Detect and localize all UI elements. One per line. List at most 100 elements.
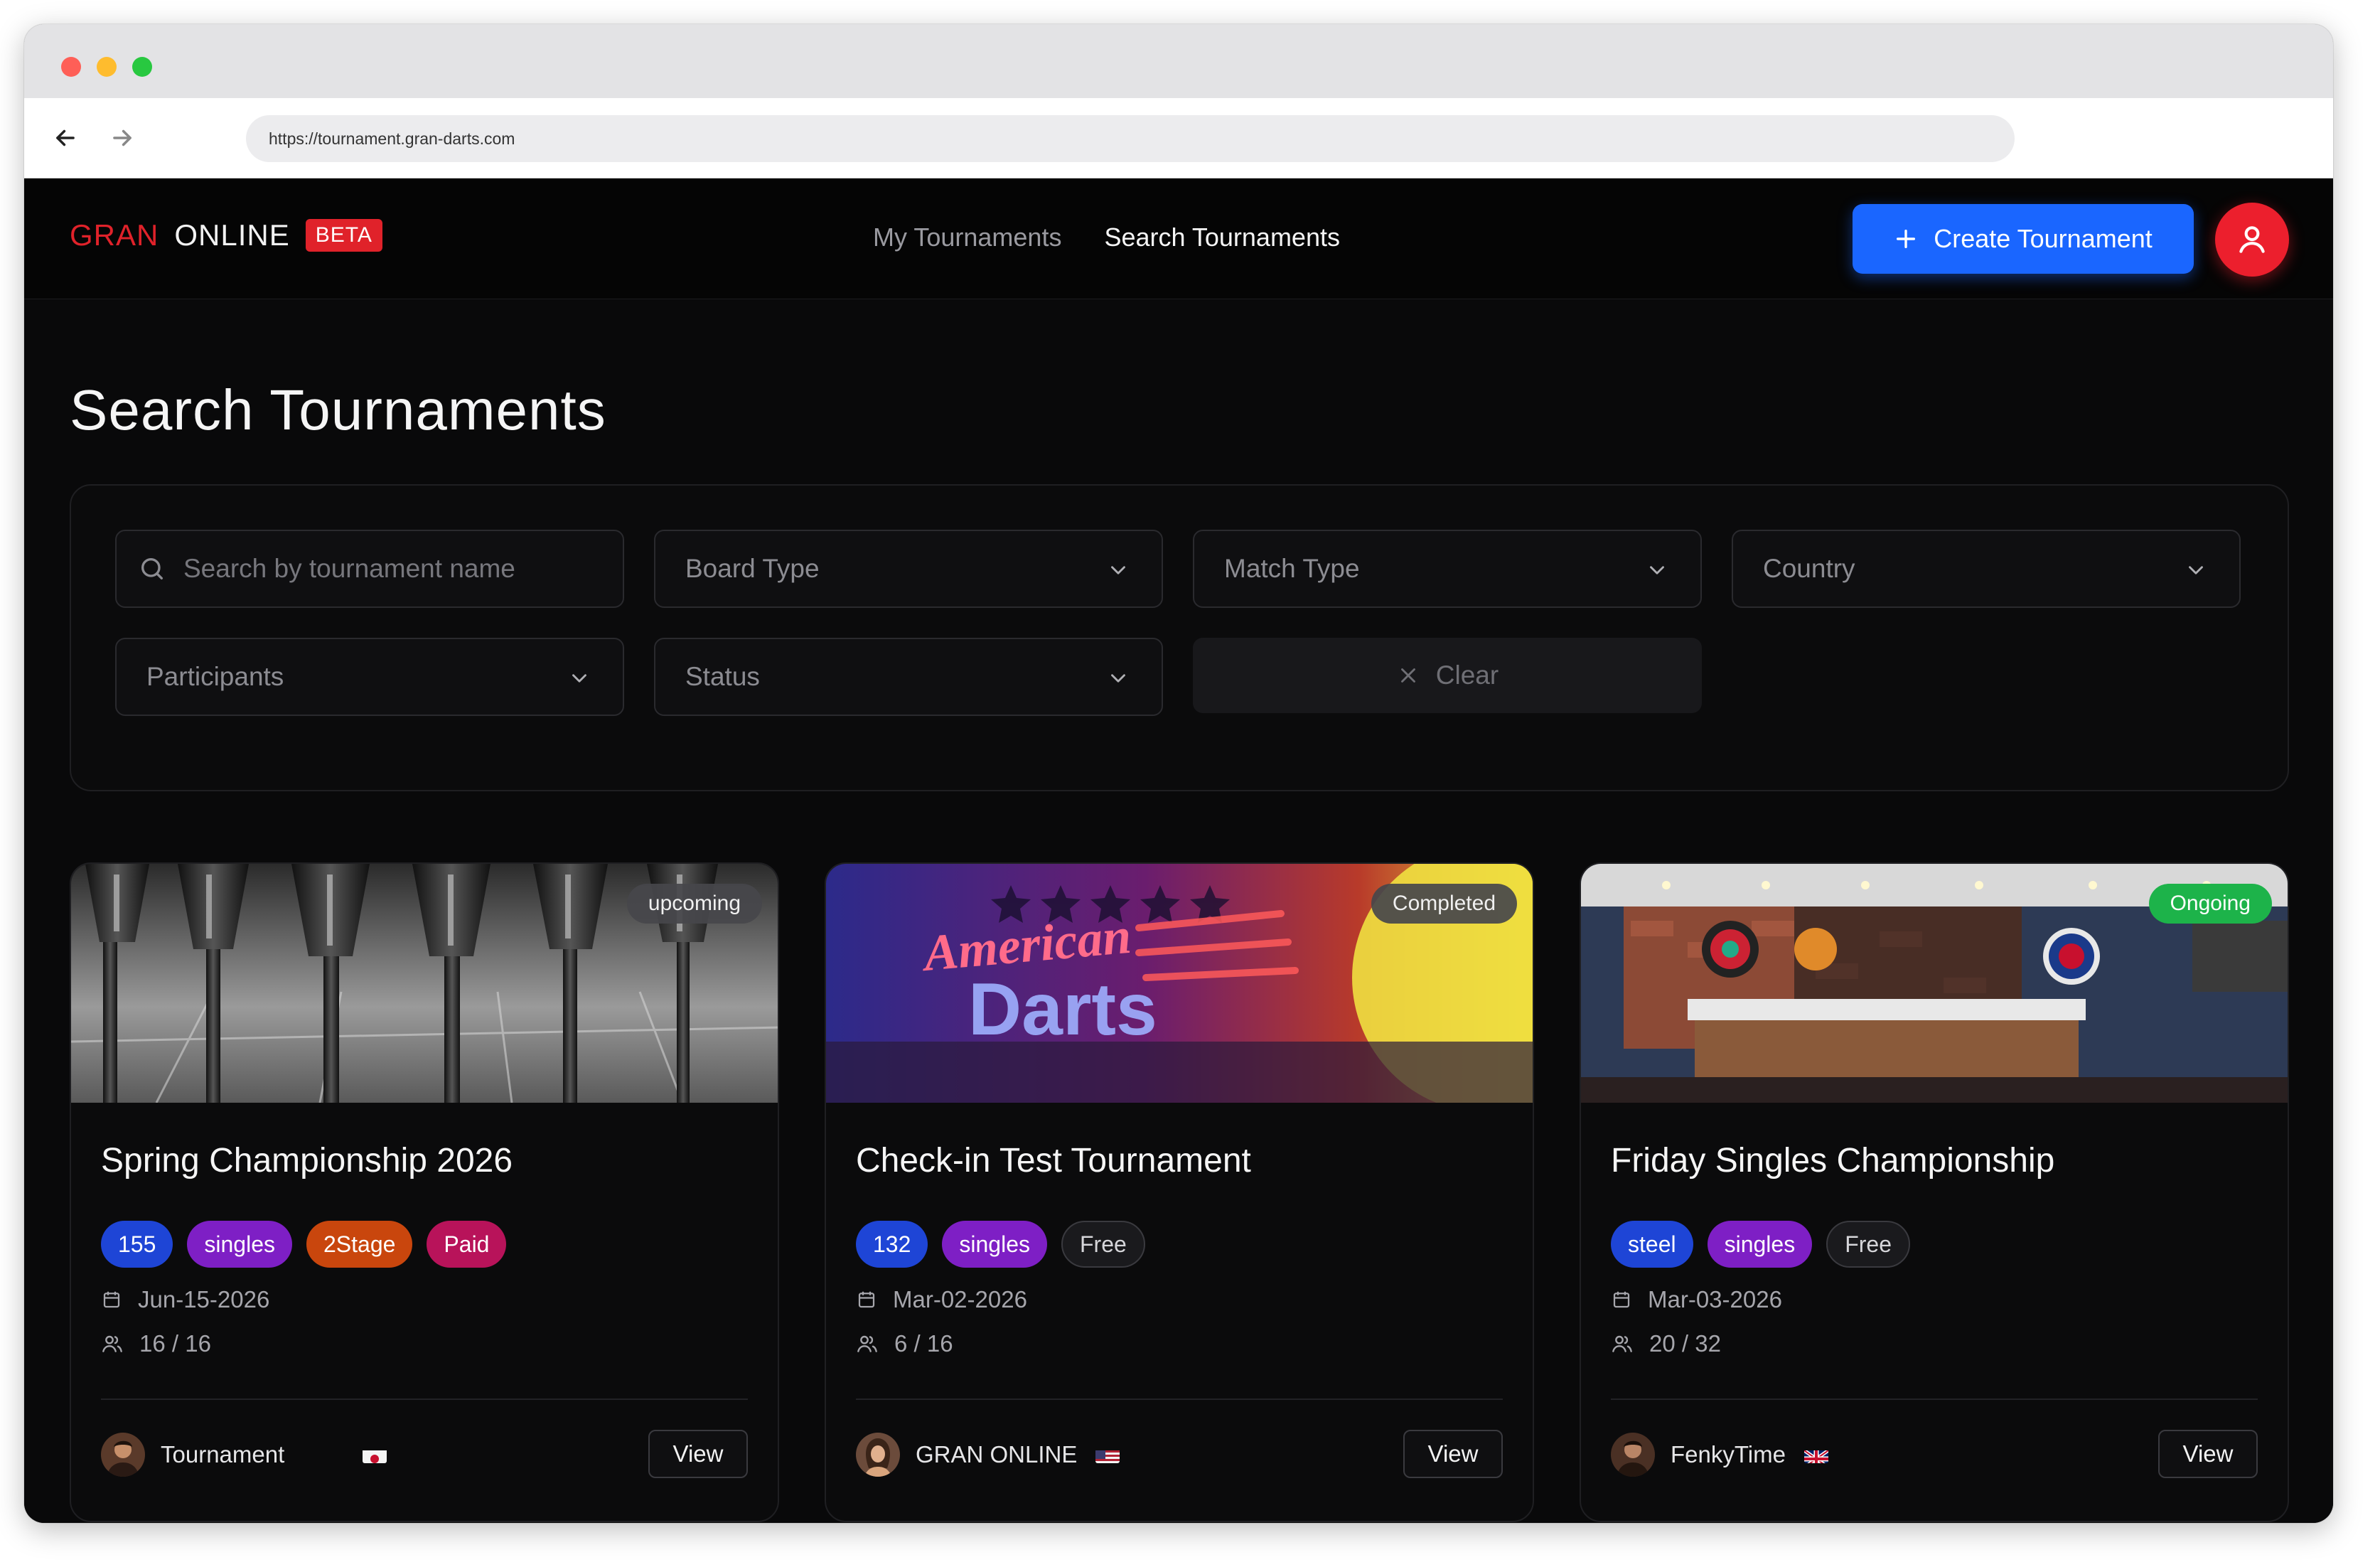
user-icon [2239, 226, 2265, 253]
tournament-card[interactable]: American Darts Completed Check-in Test T… [825, 862, 1534, 1522]
create-tournament-button[interactable]: Create Tournament [1853, 204, 2194, 274]
view-button[interactable]: View [2158, 1430, 2258, 1478]
tournament-title: Spring Championship 2026 [101, 1142, 513, 1180]
card-divider [856, 1398, 1503, 1400]
view-button[interactable]: View [1403, 1430, 1503, 1478]
app-root: GRAN ONLINE BETA My Tournaments Search T… [24, 178, 2333, 1523]
tournament-owner: GRAN ONLINE [856, 1433, 1120, 1477]
users-icon [1612, 1335, 1632, 1352]
owner-name: Tournament [161, 1441, 285, 1467]
tag-list: steel singles Free [1611, 1221, 1910, 1268]
chevron-down-icon [1650, 566, 1664, 574]
tournament-participants: 6 / 16 [856, 1330, 953, 1357]
date-text: Mar-03-2026 [1648, 1286, 1782, 1312]
participants-select[interactable]: Participants [115, 638, 624, 716]
status-badge: Ongoing [2148, 884, 2272, 924]
tournament-image-american-darts: American Darts Completed [826, 864, 1533, 1103]
clear-filters-button[interactable]: Clear [1193, 638, 1702, 713]
nav-my-tournaments[interactable]: My Tournaments [873, 223, 1061, 252]
uk-flag-icon [1803, 1446, 1828, 1463]
maximize-window-button[interactable] [132, 57, 152, 77]
tournament-participants: 20 / 32 [1611, 1330, 1721, 1357]
tournament-date: Mar-03-2026 [1611, 1286, 1782, 1313]
logo-gran: GRAN [70, 218, 159, 252]
match-type-label: Match Type [1224, 554, 1360, 583]
owner-name: FenkyTime [1671, 1441, 1786, 1467]
date-text: Mar-02-2026 [893, 1286, 1027, 1312]
tournament-title: Check-in Test Tournament [856, 1142, 1251, 1180]
logo[interactable]: GRAN ONLINE BETA [70, 218, 382, 252]
tag-format: 2Stage [306, 1221, 413, 1268]
plus-icon [1897, 229, 1916, 249]
tournament-title: Friday Singles Championship [1611, 1142, 2055, 1180]
board-type-select[interactable]: Board Type [654, 530, 1163, 608]
tag-match-type: singles [1707, 1221, 1813, 1268]
calendar-icon [1613, 1291, 1630, 1308]
tournament-owner: Tournament [101, 1433, 387, 1477]
create-tournament-label: Create Tournament [1934, 224, 2153, 253]
tag-list: 155 singles 2Stage Paid [101, 1221, 507, 1268]
owner-avatar [1611, 1433, 1655, 1477]
chevron-down-icon [2189, 566, 2203, 574]
user-menu-button[interactable] [2215, 203, 2289, 277]
tournament-card[interactable]: upcoming Spring Championship 2026 155 si… [70, 862, 779, 1522]
tag-match-type: singles [942, 1221, 1047, 1268]
card-divider [1611, 1398, 2258, 1400]
back-arrow-icon[interactable] [45, 118, 85, 158]
chevron-down-icon [1111, 674, 1125, 683]
card-divider [101, 1398, 748, 1400]
tag-match-type: singles [187, 1221, 292, 1268]
owner-name: GRAN ONLINE [916, 1441, 1078, 1467]
browser-chrome: https://tournament.gran-darts.com [24, 24, 2333, 178]
japan-flag-icon [363, 1446, 387, 1463]
owner-avatar [856, 1433, 900, 1477]
participants-text: 20 / 32 [1649, 1330, 1721, 1357]
beta-badge: BETA [305, 219, 382, 252]
status-badge: upcoming [626, 884, 762, 924]
tournament-image-darts: upcoming [71, 864, 778, 1103]
date-text: Jun-15-2026 [138, 1286, 270, 1312]
chevron-down-icon [572, 674, 586, 683]
search-input[interactable]: Search by tournament name [115, 530, 624, 608]
search-placeholder: Search by tournament name [183, 554, 515, 583]
usa-flag-icon [1095, 1446, 1120, 1463]
tournament-owner: FenkyTime [1611, 1433, 1828, 1477]
participants-text: 6 / 16 [894, 1330, 953, 1357]
calendar-icon [858, 1291, 875, 1308]
browser-toolbar: https://tournament.gran-darts.com [24, 98, 2333, 178]
status-badge: Completed [1371, 884, 1517, 924]
tournament-participants: 16 / 16 [101, 1330, 211, 1357]
calendar-icon [103, 1291, 120, 1308]
country-label: Country [1763, 554, 1855, 583]
country-select[interactable]: Country [1732, 530, 2241, 608]
tournament-date: Jun-15-2026 [101, 1286, 269, 1313]
logo-online: ONLINE [174, 218, 290, 252]
nav-search-tournaments[interactable]: Search Tournaments [1104, 223, 1340, 252]
clear-label: Clear [1435, 661, 1499, 690]
participants-text: 16 / 16 [139, 1330, 211, 1357]
status-select[interactable]: Status [654, 638, 1163, 716]
url-bar[interactable]: https://tournament.gran-darts.com [246, 115, 2015, 162]
filter-panel: Search by tournament name Board Type Mat… [70, 484, 2289, 791]
participants-label: Participants [146, 662, 284, 691]
minimize-window-button[interactable] [97, 57, 117, 77]
view-button[interactable]: View [648, 1430, 748, 1478]
page-title: Search Tournaments [70, 378, 606, 442]
match-type-select[interactable]: Match Type [1193, 530, 1702, 608]
tournament-image-game-room: Ongoing [1581, 864, 2288, 1103]
tag-fee: Paid [427, 1221, 507, 1268]
users-icon [857, 1335, 877, 1352]
tag-board: 155 [101, 1221, 173, 1268]
tag-board: 132 [856, 1221, 928, 1268]
chevron-down-icon [1111, 566, 1125, 574]
forward-arrow-icon[interactable] [102, 118, 142, 158]
browser-window: https://tournament.gran-darts.com GRAN O… [24, 24, 2333, 1523]
browser-tabbar [24, 24, 2333, 98]
board-type-label: Board Type [685, 554, 820, 583]
tag-fee: Free [1061, 1221, 1145, 1268]
tag-board: steel [1611, 1221, 1693, 1268]
close-window-button[interactable] [61, 57, 81, 77]
search-icon [141, 558, 163, 579]
status-label: Status [685, 662, 760, 691]
tournament-card[interactable]: Ongoing Friday Singles Championship stee… [1580, 862, 2289, 1522]
